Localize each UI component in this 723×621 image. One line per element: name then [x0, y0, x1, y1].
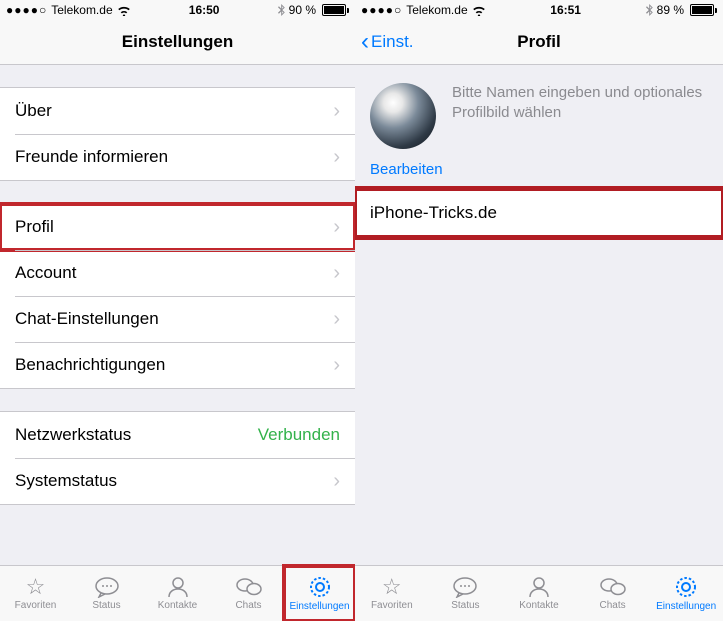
carrier-label: Telekom.de — [51, 3, 112, 17]
star-icon: ☆ — [26, 576, 46, 598]
tab-label: Favoriten — [371, 600, 413, 611]
clock: 16:51 — [550, 3, 581, 17]
chevron-right-icon: › — [333, 262, 340, 285]
avatar[interactable] — [370, 83, 436, 149]
signal-strength-icon: ●●●●○ — [361, 3, 402, 17]
tab-label: Kontakte — [519, 600, 558, 611]
row-chat-settings[interactable]: Chat-Einstellungen › — [0, 296, 355, 342]
wifi-icon — [472, 5, 486, 16]
tab-label: Favoriten — [15, 600, 57, 611]
status-bar: ●●●●○ Telekom.de 16:50 90 % — [0, 0, 355, 20]
bluetooth-icon — [646, 4, 653, 16]
status-bar: ●●●●○ Telekom.de 16:51 89 % — [355, 0, 723, 20]
signal-strength-icon: ●●●●○ — [6, 3, 47, 17]
row-label: Systemstatus — [15, 471, 117, 491]
profile-screen: ●●●●○ Telekom.de 16:51 89 % ‹ Einst. — [355, 0, 723, 621]
row-about[interactable]: Über › — [0, 88, 355, 134]
battery-icon — [320, 4, 349, 16]
tab-label: Status — [451, 600, 479, 611]
battery-icon — [688, 4, 717, 16]
carrier-label: Telekom.de — [406, 3, 467, 17]
chevron-right-icon: › — [333, 308, 340, 331]
tab-favorites[interactable]: ☆ Favoriten — [355, 566, 429, 621]
row-label: Account — [15, 263, 76, 283]
tab-status[interactable]: Status — [71, 566, 142, 621]
contact-icon — [527, 576, 551, 598]
page-title: Einstellungen — [122, 32, 233, 52]
chevron-right-icon: › — [333, 470, 340, 493]
row-notifications[interactable]: Benachrichtigungen › — [0, 342, 355, 388]
nav-bar: Einstellungen — [0, 20, 355, 65]
tab-label: Einstellungen — [656, 601, 716, 612]
star-icon: ☆ — [382, 576, 402, 598]
row-label: Benachrichtigungen — [15, 355, 165, 375]
back-label: Einst. — [371, 32, 414, 52]
clock: 16:50 — [189, 3, 220, 17]
settings-content[interactable]: Über › Freunde informieren › Profil › Ac… — [0, 65, 355, 567]
row-label: Freunde informieren — [15, 147, 168, 167]
tab-label: Einstellungen — [289, 601, 349, 612]
tab-settings[interactable]: Einstellungen — [284, 566, 355, 621]
tab-chats[interactable]: Chats — [576, 566, 650, 621]
settings-group: Profil › Account › Chat-Einstellungen › … — [0, 203, 355, 389]
nav-bar: ‹ Einst. Profil — [355, 20, 723, 65]
chevron-right-icon: › — [333, 354, 340, 377]
tab-label: Chats — [600, 600, 626, 611]
edit-button[interactable]: Bearbeiten — [370, 161, 443, 178]
wifi-icon — [117, 5, 131, 16]
tab-chats[interactable]: Chats — [213, 566, 284, 621]
row-tell-friends[interactable]: Freunde informieren › — [0, 134, 355, 180]
back-button[interactable]: ‹ Einst. — [361, 20, 414, 64]
tab-bar: ☆ Favoriten Status Kontakte Chats — [355, 565, 723, 621]
row-label: Über — [15, 101, 52, 121]
profile-hint: Bitte Namen eingeben und optionales Prof… — [452, 83, 708, 124]
profile-name-field[interactable]: iPhone-Tricks.de — [355, 189, 723, 237]
chevron-right-icon: › — [333, 146, 340, 169]
chevron-right-icon: › — [333, 100, 340, 123]
status-icon — [452, 576, 478, 598]
settings-screen: ●●●●○ Telekom.de 16:50 90 % Einstellunge… — [0, 0, 355, 621]
chats-icon — [599, 576, 627, 598]
settings-group: Netzwerkstatus Verbunden Systemstatus › — [0, 411, 355, 505]
chevron-right-icon: › — [333, 216, 340, 239]
tab-label: Status — [92, 600, 120, 611]
tab-status[interactable]: Status — [429, 566, 503, 621]
row-label: Netzwerkstatus — [15, 425, 131, 445]
chats-icon — [235, 576, 263, 598]
tab-contacts[interactable]: Kontakte — [142, 566, 213, 621]
gear-icon — [308, 575, 332, 599]
profile-name-value: iPhone-Tricks.de — [370, 203, 497, 223]
row-account[interactable]: Account › — [0, 250, 355, 296]
settings-group: Über › Freunde informieren › — [0, 87, 355, 181]
status-icon — [94, 576, 120, 598]
battery-percent: 89 % — [657, 3, 684, 17]
profile-content[interactable]: Bitte Namen eingeben und optionales Prof… — [355, 65, 723, 567]
tab-settings[interactable]: Einstellungen — [649, 566, 723, 621]
tab-favorites[interactable]: ☆ Favoriten — [0, 566, 71, 621]
tab-bar: ☆ Favoriten Status Kontakte Chats — [0, 565, 355, 621]
contact-icon — [166, 576, 190, 598]
row-profile[interactable]: Profil › — [0, 204, 355, 250]
row-network-status[interactable]: Netzwerkstatus Verbunden — [0, 412, 355, 458]
row-value: Verbunden — [258, 425, 340, 445]
row-label: Chat-Einstellungen — [15, 309, 159, 329]
row-label: Profil — [15, 217, 54, 237]
tab-contacts[interactable]: Kontakte — [502, 566, 576, 621]
page-title: Profil — [517, 32, 560, 52]
row-system-status[interactable]: Systemstatus › — [0, 458, 355, 504]
gear-icon — [674, 575, 698, 599]
profile-header: Bitte Namen eingeben und optionales Prof… — [355, 65, 723, 161]
bluetooth-icon — [278, 4, 285, 16]
tab-label: Kontakte — [158, 600, 197, 611]
chevron-left-icon: ‹ — [361, 30, 369, 54]
battery-percent: 90 % — [289, 3, 316, 17]
tab-label: Chats — [235, 600, 261, 611]
